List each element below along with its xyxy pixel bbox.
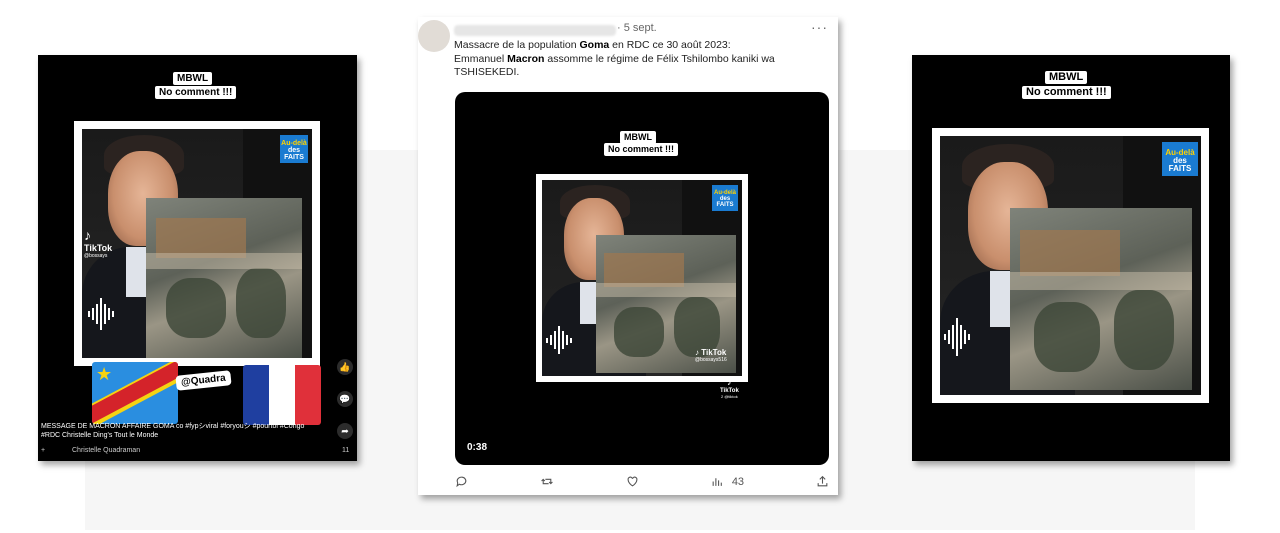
video-still[interactable]: Au-delà des FAITS ♪ TikTok @bossays	[82, 129, 312, 358]
retweet-button[interactable]	[540, 475, 554, 488]
heart-icon	[627, 476, 638, 487]
avatar[interactable]	[418, 20, 450, 52]
au-dela-des-faits-badge: Au-delà des FAITS	[280, 135, 308, 163]
blurred-username[interactable]	[454, 25, 616, 36]
more-options-icon[interactable]: ···	[811, 19, 828, 35]
video-description: MESSAGE DE MACRON AFFAIRE GOMA co #fypシv…	[41, 423, 305, 439]
au-dela-des-faits-badge: Au-delà des FAITS	[712, 185, 738, 211]
views-button[interactable]: 43	[711, 475, 744, 488]
reply-icon	[456, 476, 467, 488]
caption-title: MBWL	[173, 72, 213, 85]
caption-title: MBWL	[1045, 71, 1088, 84]
hashtag-macron[interactable]: Macron	[507, 53, 544, 65]
retweet-icon	[541, 478, 553, 485]
video-still-right: MBWL No comment !!! Au-delà des FAITS	[912, 55, 1230, 461]
like-button[interactable]	[626, 475, 639, 488]
collage: MBWL No comment !!! Au-delà des FAITS ♪ …	[0, 0, 1280, 533]
video-duration: 0:38	[467, 442, 488, 453]
audio-wave-icon	[88, 294, 114, 334]
tiktok-screenshot-left: MBWL No comment !!! Au-delà des FAITS ♪ …	[38, 55, 357, 461]
hashtag-goma[interactable]: Goma	[580, 39, 610, 51]
caption-subtitle: No comment !!!	[155, 86, 237, 99]
video-still: Au-delà des FAITS	[940, 136, 1201, 395]
share-icon	[817, 475, 828, 487]
photo-frame: Au-delà des FAITS	[932, 128, 1209, 403]
footer-count: 11	[342, 447, 350, 454]
share-button[interactable]	[816, 475, 829, 488]
au-dela-des-faits-badge: Au-delà des FAITS	[1162, 142, 1198, 176]
tiktok-watermark: ♪ TikTok @bossays	[84, 227, 113, 259]
audio-wave-icon	[546, 322, 572, 358]
analytics-icon	[712, 478, 722, 486]
video-caption-subtitle: No comment !!!	[604, 143, 678, 156]
crowd-scene	[1010, 208, 1192, 390]
tiktok-watermark-2: ♪ TikTok 2 @tiktok	[720, 377, 739, 399]
tweet-text: Massacre de la population Goma en RDC ce…	[454, 39, 775, 78]
handle-tag: @Quadra	[175, 370, 232, 391]
photo-frame: Au-delà des FAITS ♪ TikTok @bossays	[74, 121, 320, 366]
comment-icon[interactable]: 💬	[337, 391, 353, 407]
tweet-date[interactable]: · 5 sept.	[617, 22, 657, 34]
tiktok-note-icon: ♪	[695, 348, 699, 357]
share-icon[interactable]: ➦	[337, 423, 353, 439]
tweet-video[interactable]: MBWL No comment !!! Au-delà des FAITS ♪ …	[455, 92, 829, 465]
video-still-center: Au-delà des FAITS ♪ TikTok @bossays516	[542, 180, 742, 376]
audio-wave-icon	[944, 314, 970, 360]
plus-icon[interactable]: +	[41, 447, 45, 454]
video-photo-frame: Au-delà des FAITS ♪ TikTok @bossays516	[536, 174, 748, 382]
caption-subtitle: No comment !!!	[1022, 86, 1111, 99]
views-count: 43	[731, 475, 745, 488]
author-name[interactable]: Christelle Quadraman	[72, 447, 140, 454]
tiktok-note-icon: ♪	[726, 377, 732, 388]
crowd-scene	[146, 198, 302, 358]
tiktok-note-icon: ♪	[84, 227, 91, 243]
tiktok-watermark: ♪ TikTok @bossays516	[695, 348, 727, 363]
side-actions: 👍 💬 ➦	[337, 359, 353, 439]
tweet-card: · 5 sept. ··· Massacre de la population …	[418, 17, 838, 495]
reply-button[interactable]	[455, 475, 468, 488]
like-icon[interactable]: 👍	[337, 359, 353, 375]
france-flag	[243, 365, 321, 425]
tweet-actions: 43	[455, 475, 829, 488]
drc-flag: ★	[92, 362, 178, 424]
